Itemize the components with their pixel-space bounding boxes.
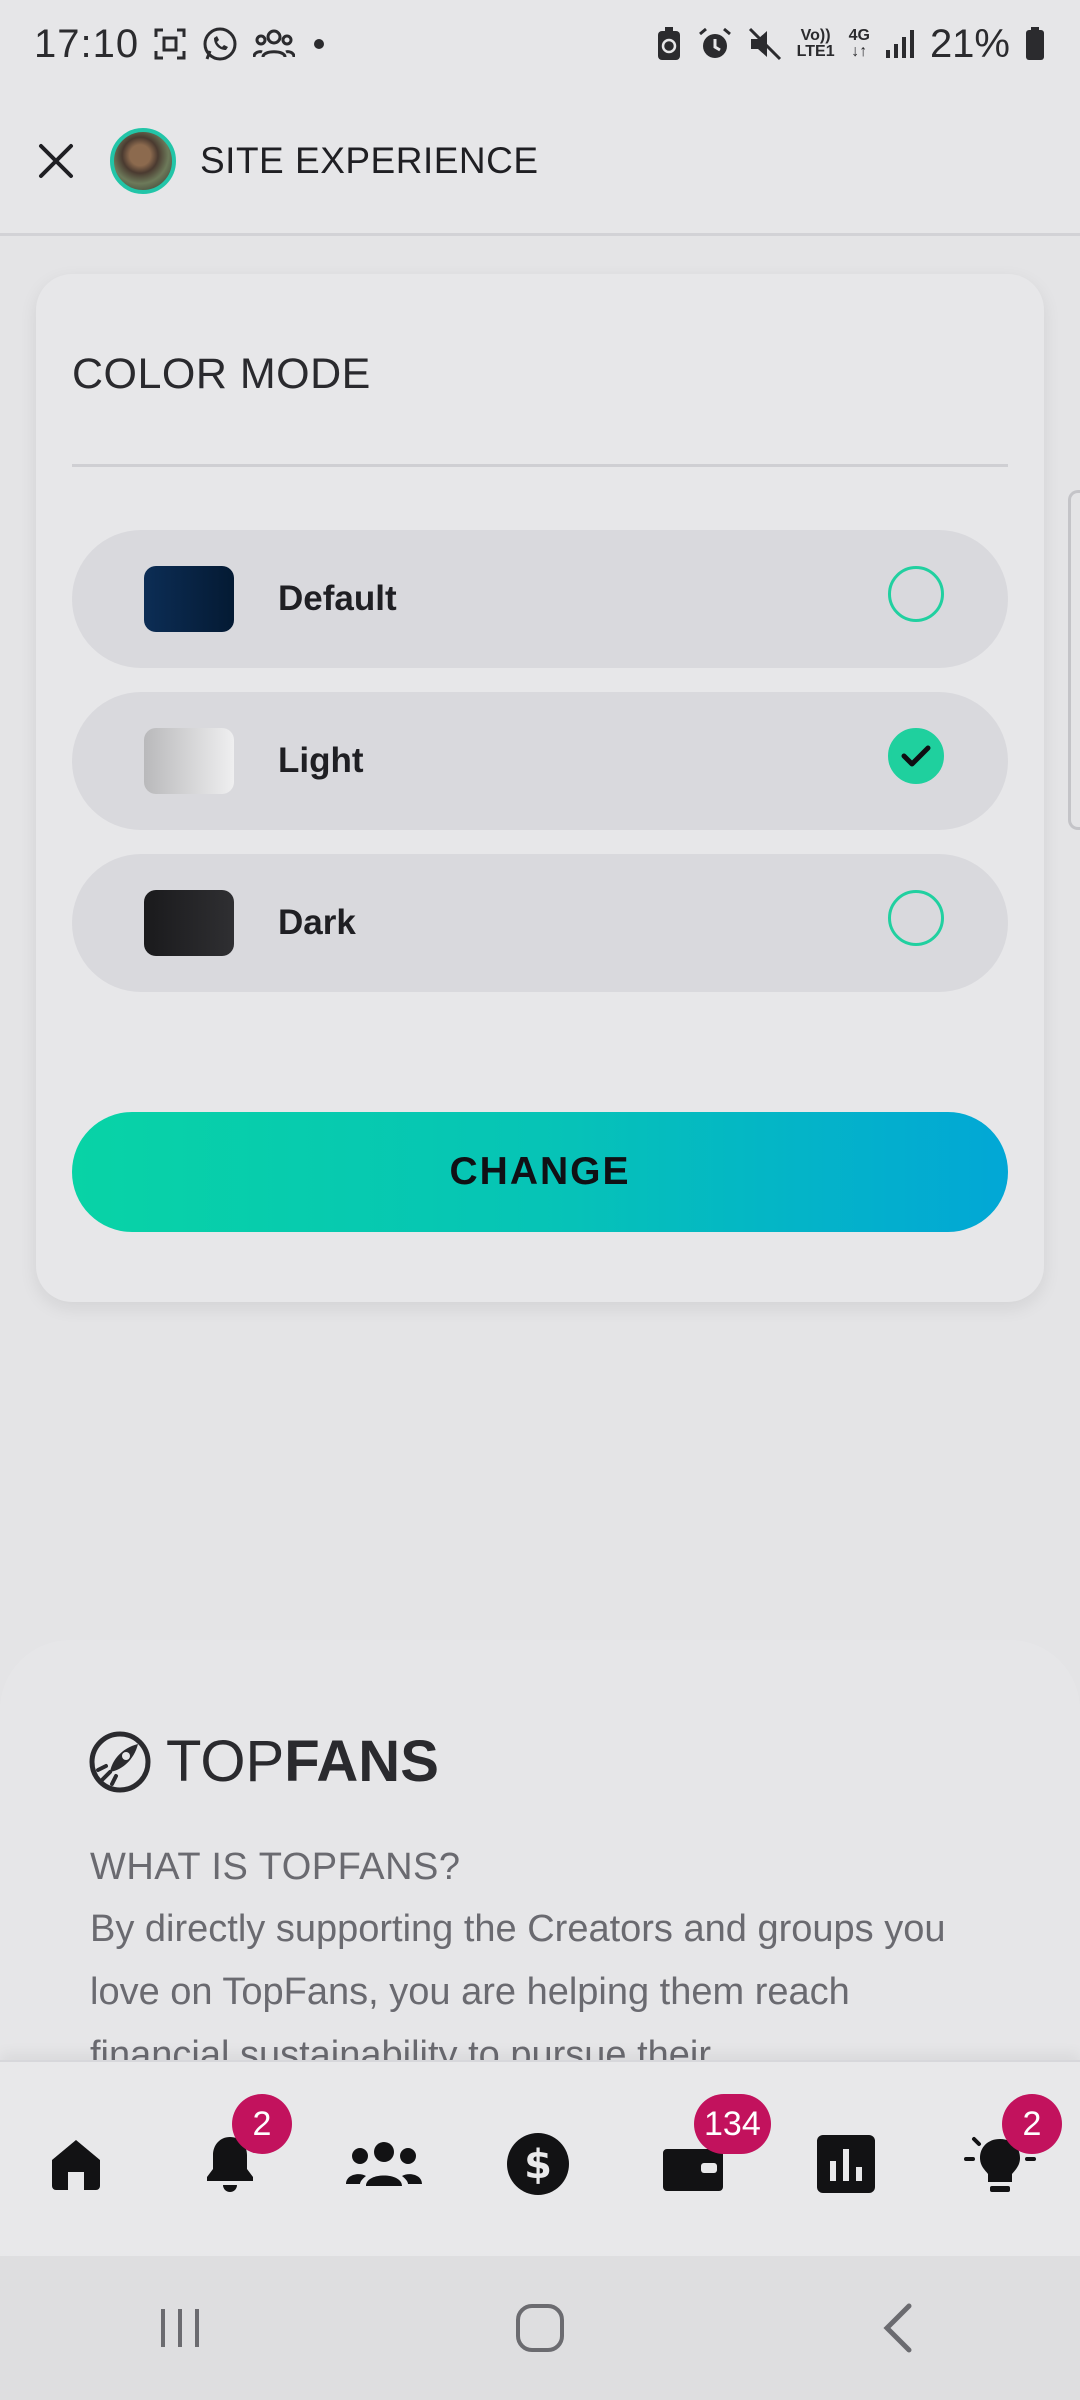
stats-icon: [817, 2135, 875, 2193]
volte-indicator: Vo)) LTE1: [797, 28, 835, 60]
battery-percent: 21%: [929, 21, 1010, 66]
bottom-navigation: 2 $ 134 2: [0, 2060, 1080, 2256]
recent-apps-button[interactable]: [120, 2268, 240, 2388]
nav-wallet[interactable]: 134: [642, 2094, 771, 2214]
screenshot-icon: [153, 27, 187, 61]
recent-apps-icon: [161, 2309, 199, 2347]
status-left: 17:10: [34, 22, 329, 67]
checkmark-icon: [901, 745, 931, 767]
color-mode-title: COLOR MODE: [72, 350, 371, 398]
page-header: SITE EXPERIENCE: [0, 88, 1080, 236]
color-swatch-default: [144, 566, 234, 632]
nav-notifications[interactable]: 2: [180, 2094, 292, 2214]
network-type: 4G: [848, 27, 870, 44]
whatsapp-icon: [201, 25, 239, 63]
scroll-indicator[interactable]: [1068, 490, 1080, 830]
color-option-dark[interactable]: Dark: [72, 854, 1008, 992]
radio-light[interactable]: [888, 728, 944, 784]
about-text: By directly supporting the Creators and …: [90, 1908, 946, 2076]
logo-text-light: TOP: [166, 1729, 285, 1794]
about-heading: WHAT IS TOPFANS?: [90, 1846, 461, 1888]
option-label: Light: [278, 741, 364, 780]
home-circle-icon: [516, 2304, 564, 2352]
signal-icon: [884, 28, 916, 60]
network-type-indicator: 4G ↓↑: [848, 27, 870, 60]
radio-dark[interactable]: [888, 890, 944, 946]
option-label: Default: [278, 579, 397, 618]
tips-badge: 2: [1002, 2094, 1062, 2154]
color-swatch-dark: [144, 890, 234, 956]
notifications-badge: 2: [232, 2094, 292, 2154]
page-title: SITE EXPERIENCE: [200, 139, 539, 181]
avatar[interactable]: [110, 127, 176, 194]
system-navigation-bar: [0, 2256, 1080, 2400]
mute-icon: [747, 26, 783, 62]
divider: [72, 464, 1008, 467]
home-icon: [52, 2140, 100, 2190]
wallet-badge: 134: [694, 2094, 771, 2154]
logo-text-bold: FANS: [284, 1729, 439, 1794]
back-icon: [883, 2303, 912, 2353]
dollar-icon: $: [507, 2133, 569, 2195]
group-icon: [253, 27, 296, 61]
nav-community[interactable]: [334, 2114, 434, 2214]
volte-bottom: LTE1: [796, 43, 835, 60]
color-mode-card: COLOR MODE Default Light Dark CHANGE: [36, 274, 1044, 1302]
dot-icon: [309, 34, 329, 54]
svg-text:$: $: [524, 2142, 552, 2188]
nav-home[interactable]: [26, 2114, 126, 2214]
close-button[interactable]: [34, 139, 78, 183]
nav-stats[interactable]: [796, 2114, 896, 2214]
home-button[interactable]: [480, 2268, 600, 2388]
status-bar: 17:10 Vo)) LTE1 4G ↓↑ 21%: [0, 0, 1080, 88]
logo-text: TOPFANS: [166, 1728, 439, 1795]
option-label: Dark: [278, 903, 356, 942]
alarm-icon: [697, 26, 733, 62]
color-option-default[interactable]: Default: [72, 530, 1008, 668]
nav-tips[interactable]: 2: [950, 2094, 1062, 2214]
radio-default[interactable]: [888, 566, 944, 622]
back-button[interactable]: [840, 2268, 960, 2388]
battery-icon: [1024, 26, 1046, 62]
community-icon: [346, 2142, 422, 2186]
color-option-light[interactable]: Light: [72, 692, 1008, 830]
battery-saver-icon: [655, 26, 683, 62]
app-screen: 17:10 Vo)) LTE1 4G ↓↑ 21% SITE EXPERIENC…: [0, 0, 1080, 2400]
status-time: 17:10: [34, 21, 140, 66]
change-button[interactable]: CHANGE: [72, 1112, 1008, 1232]
close-icon: [39, 143, 73, 178]
nav-earnings[interactable]: $: [488, 2114, 588, 2214]
status-right: Vo)) LTE1 4G ↓↑ 21%: [655, 22, 1046, 67]
color-swatch-light: [144, 728, 234, 794]
volte-top: Vo)): [800, 27, 831, 44]
rocket-logo-icon: [89, 1731, 151, 1792]
topfans-logo: TOPFANS: [88, 1728, 439, 1795]
